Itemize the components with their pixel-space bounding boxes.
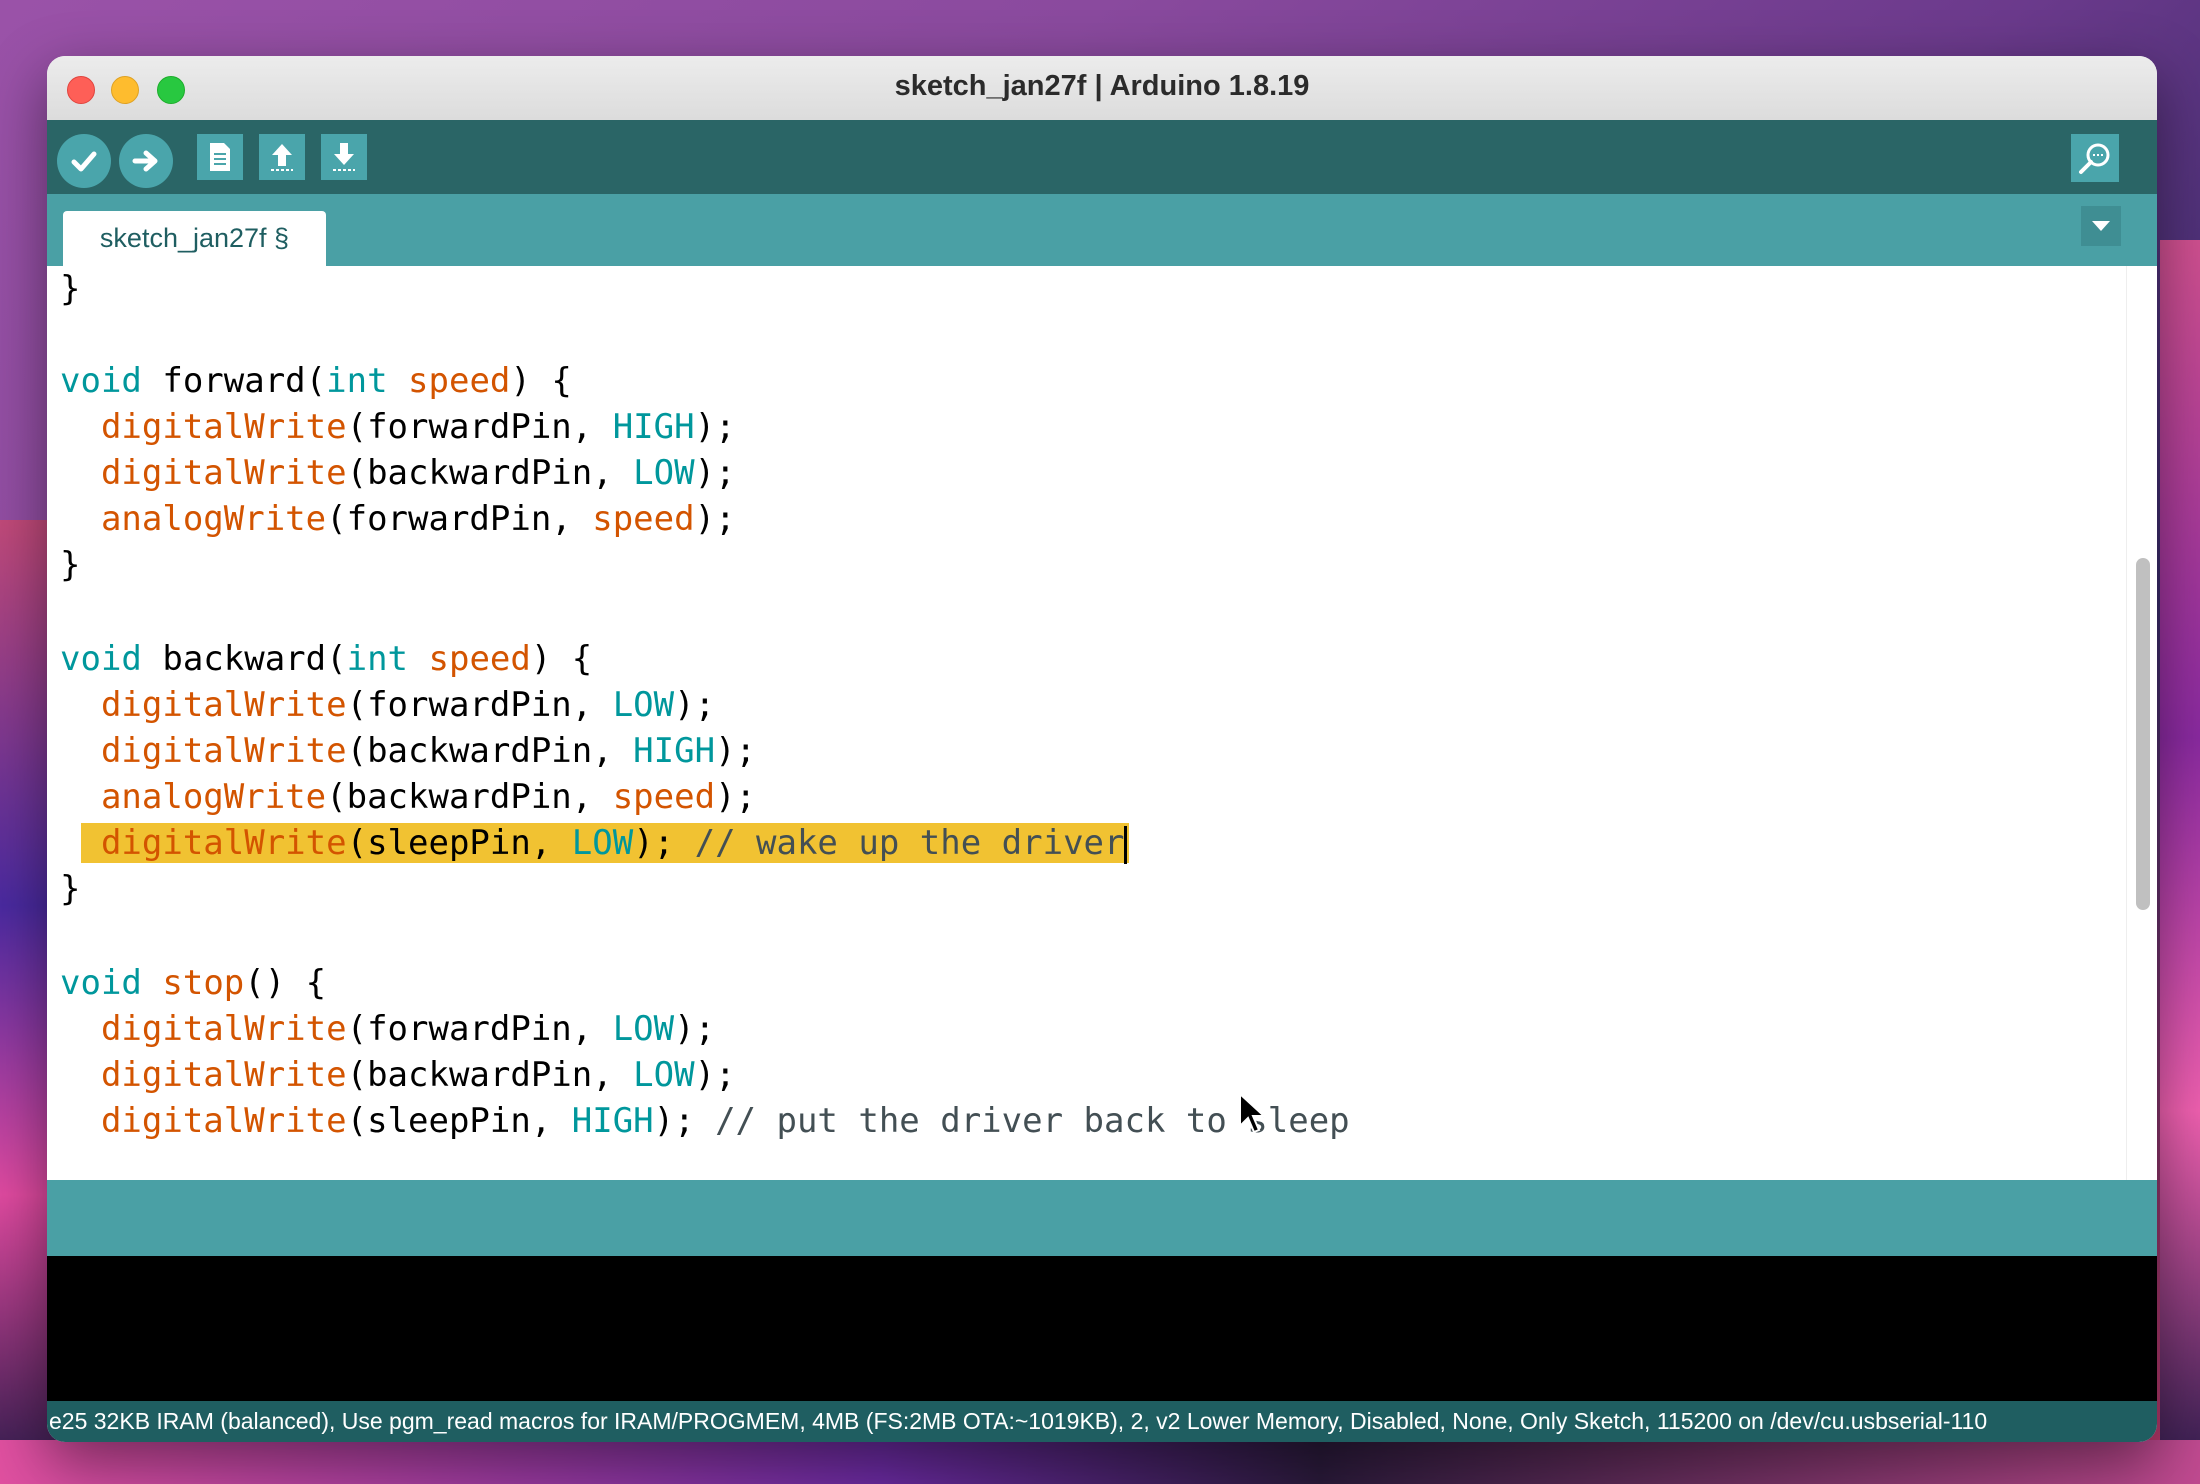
magnifier-icon (2079, 143, 2110, 174)
code-line: analogWrite(backwardPin, speed); (100, 777, 757, 817)
open-sketch-button[interactable] (259, 134, 305, 180)
code-line: void forward(int speed) { (60, 361, 572, 401)
arduino-ide-window: sketch_jan27f | Arduino 1.8.19 sketch_ja… (47, 56, 2157, 1442)
tab-bar: sketch_jan27f § (47, 194, 2157, 266)
code-editor[interactable]: } void forward(int speed) { digitalWrite… (47, 266, 2127, 1180)
title-bar: sketch_jan27f | Arduino 1.8.19 (47, 56, 2157, 121)
arrow-right-icon (132, 150, 158, 172)
check-icon (71, 151, 97, 172)
desktop-wallpaper-bottom (0, 1440, 2200, 1484)
desktop-wallpaper-right (2160, 240, 2200, 1484)
save-sketch-button[interactable] (321, 134, 367, 180)
arrow-up-icon (271, 144, 293, 171)
editor-console-divider[interactable] (47, 1180, 2157, 1256)
triangle-down-icon (2092, 221, 2110, 231)
code-line: digitalWrite(forwardPin, HIGH); (100, 407, 736, 447)
code-line: digitalWrite(forwardPin, LOW); (100, 1009, 716, 1049)
toolbar (47, 120, 2157, 194)
code-line: } (60, 269, 81, 309)
code-line: void stop() { (60, 963, 327, 1003)
code-line: analogWrite(forwardPin, speed); (100, 499, 736, 539)
verify-button[interactable] (57, 134, 111, 188)
arrow-down-icon (333, 143, 355, 171)
serial-monitor-button[interactable] (2071, 134, 2119, 182)
tab-menu-button[interactable] (2081, 206, 2121, 246)
editor-scrollbar[interactable] (2126, 266, 2157, 1180)
tab-sketch[interactable]: sketch_jan27f § (63, 211, 326, 266)
code-line: digitalWrite(backwardPin, LOW); (100, 1055, 736, 1095)
code-line: digitalWrite(forwardPin, LOW); (100, 685, 716, 725)
new-sketch-button[interactable] (197, 134, 243, 180)
code-line: } (60, 545, 81, 585)
console-output[interactable] (47, 1256, 2157, 1401)
window-title: sketch_jan27f | Arduino 1.8.19 (894, 70, 1310, 102)
upload-button[interactable] (119, 134, 173, 188)
status-bar: e25 32KB IRAM (balanced), Use pgm_read m… (47, 1401, 2157, 1442)
code-line: } (60, 869, 81, 909)
code-line: digitalWrite(backwardPin, LOW); (100, 453, 736, 493)
code-line: digitalWrite(sleepPin, HIGH); // put the… (100, 1101, 1350, 1141)
mouse-pointer-icon (1239, 1092, 1267, 1134)
scrollbar-thumb[interactable] (2136, 558, 2150, 910)
text-cursor (1124, 825, 1128, 864)
code-line: void backward(int speed) { (60, 639, 593, 679)
code-line: digitalWrite(backwardPin, HIGH); (100, 731, 757, 771)
code-line-highlighted: digitalWrite(sleepPin, LOW); // wake up … (60, 820, 1130, 866)
document-icon (210, 143, 230, 171)
